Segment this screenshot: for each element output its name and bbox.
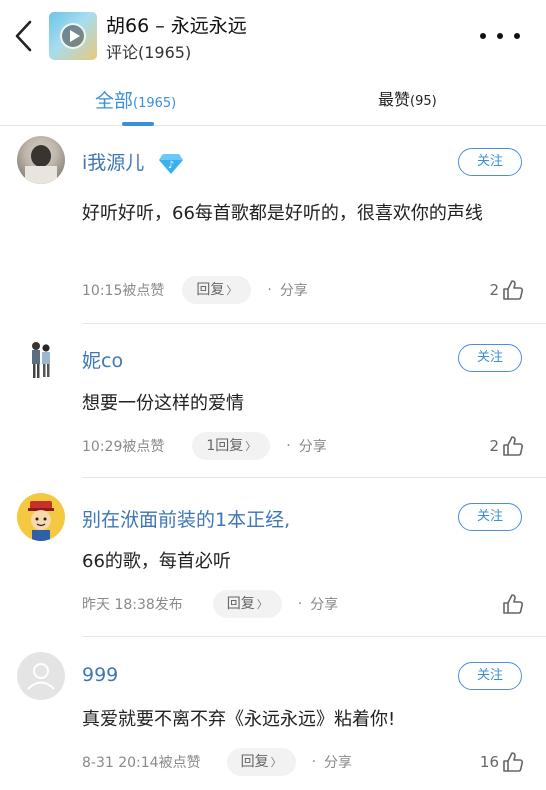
comment-username[interactable]: 妮co <box>82 346 123 373</box>
share-button[interactable]: 分享 <box>299 436 327 456</box>
separator-dot: · <box>311 754 317 770</box>
comment-item: i我源儿 ♪ 关注 好听好听，66每首歌都是好听的，很喜欢你的声线 10:15被… <box>0 126 546 324</box>
comment-item: 别在洑面前装的1本正经, 关注 66的歌，每首必听 昨天 18:38发布 回复〉… <box>0 478 546 637</box>
top-bar: 胡66 – 永远永远 评论(1965) <box>0 0 546 70</box>
thumbs-up-icon <box>503 436 524 456</box>
chevron-right-icon: 〉 <box>256 598 268 611</box>
reply-label: 1回复 <box>206 438 244 454</box>
more-dot-icon <box>497 33 503 39</box>
comment-username[interactable]: 999 <box>82 664 118 686</box>
like-count: 16 <box>479 753 499 771</box>
thumbs-up-icon <box>503 752 524 772</box>
comment-username[interactable]: 别在洑面前装的1本正经, <box>82 505 290 532</box>
comment-meta: 8-31 20:14被点赞 回复〉 · 分享 <box>82 747 352 777</box>
svg-text:♪: ♪ <box>168 160 174 171</box>
thumbs-up-icon <box>503 594 524 614</box>
share-button[interactable]: 分享 <box>324 752 352 772</box>
comment-text: 66的歌，每首必听 <box>82 551 231 572</box>
like-button[interactable]: 2 <box>489 278 524 302</box>
reply-button[interactable]: 1回复〉 <box>192 432 271 460</box>
share-button[interactable]: 分享 <box>280 280 308 300</box>
like-button[interactable]: 16 <box>480 750 524 774</box>
comment-time: 10:15被点赞 <box>82 283 165 299</box>
comment-item: 999 关注 真爱就要不离不弃《永远永远》粘着你! 8-31 20:14被点赞 … <box>0 637 546 790</box>
separator-dot: · <box>267 282 272 298</box>
more-dot-icon <box>480 33 486 39</box>
album-cover[interactable] <box>49 12 97 60</box>
follow-button[interactable]: 关注 <box>458 662 522 690</box>
tab-best[interactable]: 最赞(95) <box>378 86 437 110</box>
default-avatar-icon <box>27 663 55 690</box>
separator-dot: · <box>286 438 291 454</box>
username-text: 999 <box>82 664 119 686</box>
username-text: 妮co <box>82 350 124 372</box>
username-text: i我源儿 <box>82 152 145 174</box>
comment-time: 昨天 18:38发布 <box>82 597 183 613</box>
avatar-photo <box>25 145 57 184</box>
comment-item: 妮co 关注 想要一份这样的爱情 10:29被点赞 1回复〉 · 分享 2 <box>0 324 546 478</box>
comment-text: 真爱就要不离不弃《永远永远》粘着你! <box>82 709 396 730</box>
like-count: 2 <box>489 281 499 299</box>
comment-meta: 10:15被点赞 回复〉 · 分享 <box>82 275 308 305</box>
back-button[interactable] <box>10 20 38 52</box>
chevron-left-icon <box>15 20 32 52</box>
comment-meta: 昨天 18:38发布 回复〉 · 分享 <box>82 589 338 619</box>
thumbs-up-icon <box>503 280 524 300</box>
reply-label: 回复 <box>196 282 225 298</box>
tab-all[interactable]: 全部(1965) <box>95 86 176 113</box>
reply-button[interactable]: 回复〉 <box>212 590 282 618</box>
avatar-photo <box>28 501 54 541</box>
share-button[interactable]: 分享 <box>310 594 338 614</box>
tab-all-count: (1965) <box>133 96 177 111</box>
comment-text: 好听好听，66每首歌都是好听的，很喜欢你的声线 <box>82 203 483 224</box>
more-button[interactable] <box>480 30 520 42</box>
like-count: 2 <box>489 437 499 455</box>
avatar[interactable] <box>17 336 65 384</box>
more-dot-icon <box>514 33 520 39</box>
comment-time: 10:29被点赞 <box>82 439 165 455</box>
vip-diamond-icon: ♪ <box>159 153 184 174</box>
comment-time: 8-31 20:14被点赞 <box>82 755 201 771</box>
chevron-right-icon: 〉 <box>226 284 238 297</box>
tab-all-label: 全部 <box>95 90 134 112</box>
comment-tabs: 全部(1965) 最赞(95) <box>0 70 546 126</box>
play-icon[interactable] <box>60 23 86 49</box>
follow-button[interactable]: 关注 <box>458 503 522 531</box>
comment-username[interactable]: i我源儿 ♪ <box>82 148 184 175</box>
comment-count-title: 评论(1965) <box>106 43 192 62</box>
avatar-photo <box>32 342 50 378</box>
comment-meta: 10:29被点赞 1回复〉 · 分享 <box>82 431 327 461</box>
avatar[interactable] <box>17 493 65 541</box>
reply-label: 回复 <box>240 754 269 770</box>
separator-dot: · <box>297 596 303 612</box>
reply-button[interactable]: 回复〉 <box>226 748 296 776</box>
like-button[interactable] <box>499 592 524 616</box>
reply-label: 回复 <box>226 596 255 612</box>
reply-button[interactable]: 回复〉 <box>182 276 252 304</box>
username-text: 别在洑面前装的1本正经, <box>82 509 291 531</box>
follow-button[interactable]: 关注 <box>458 148 522 176</box>
tab-best-label: 最赞 <box>378 90 411 109</box>
tab-best-count: (95) <box>410 94 437 109</box>
like-button[interactable]: 2 <box>489 434 524 458</box>
chevron-right-icon: 〉 <box>245 440 257 453</box>
avatar[interactable] <box>17 136 65 184</box>
avatar[interactable] <box>17 652 65 700</box>
chevron-right-icon: 〉 <box>270 756 282 769</box>
song-title: 胡66 – 永远永远 <box>106 15 247 37</box>
comment-text: 想要一份这样的爱情 <box>82 393 244 414</box>
follow-button[interactable]: 关注 <box>458 344 522 372</box>
